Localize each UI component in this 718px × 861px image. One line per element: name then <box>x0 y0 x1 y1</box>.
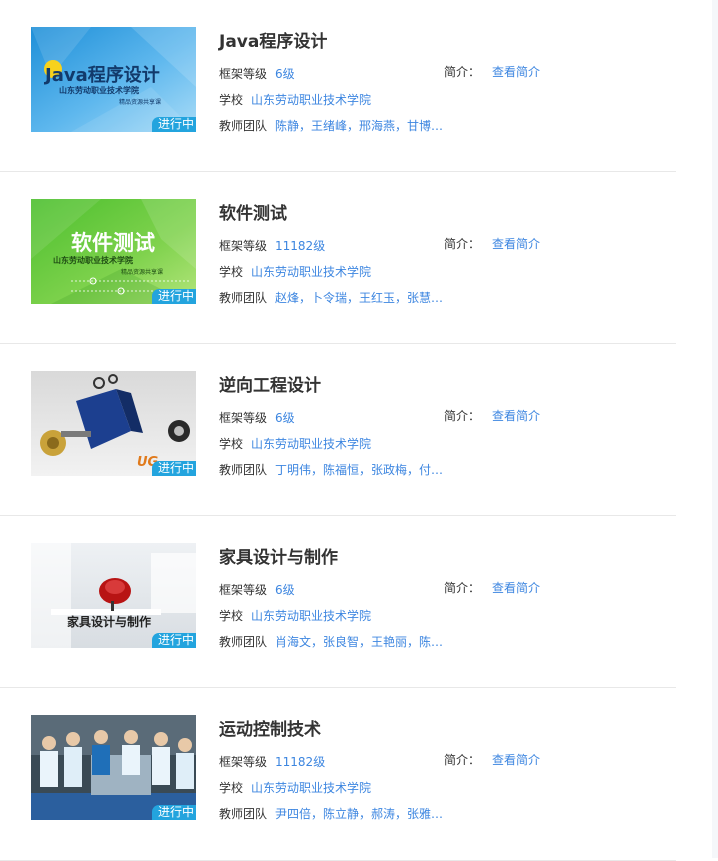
view-intro-link[interactable]: 查看简介 <box>492 753 540 767</box>
status-badge: 进行中 <box>151 805 196 820</box>
school-label: 学校 <box>219 265 244 279</box>
team-link[interactable]: 赵烽，卜令瑞，王红玉，张慧… <box>275 291 443 305</box>
intro-row: 简介： 查看简介 <box>444 752 540 768</box>
level-label: 框架等级 <box>219 583 268 597</box>
course-card[interactable]: 软件测试 山东劳动职业技术学院 精品资源共享课 进行中 软件测试 框架等级 111… <box>0 172 676 344</box>
course-title[interactable]: 软件测试 <box>219 202 287 226</box>
thumbnail-school: 山东劳动职业技术学院 <box>59 86 139 95</box>
level-label: 框架等级 <box>219 239 268 253</box>
intro-label: 简介： <box>444 65 481 79</box>
school-link[interactable]: 山东劳动职业技术学院 <box>251 437 371 451</box>
intro-row: 简介： 查看简介 <box>444 236 540 252</box>
intro-row: 简介： 查看简介 <box>444 408 540 424</box>
thumbnail-subtitle: 精品资源共享课 <box>119 99 162 106</box>
status-badge: 进行中 <box>151 117 196 132</box>
school-row: 学校 山东劳动职业技术学院 <box>219 264 371 280</box>
level-value[interactable]: 11182级 <box>275 239 325 253</box>
school-label: 学校 <box>219 437 244 451</box>
level-row: 框架等级 6级 <box>219 66 295 82</box>
course-card[interactable]: UG 进行中 逆向工程设计 框架等级 6级 学校 山东劳动职业技术学院 教师团队 丁明… <box>0 344 676 516</box>
course-title[interactable]: 运动控制技术 <box>219 718 321 742</box>
school-label: 学校 <box>219 609 244 623</box>
view-intro-link[interactable]: 查看简介 <box>492 65 540 79</box>
team-label: 教师团队 <box>219 807 268 821</box>
school-link[interactable]: 山东劳动职业技术学院 <box>251 265 371 279</box>
team-row: 教师团队 丁明伟，陈福恒，张政梅，付… <box>219 462 444 478</box>
team-row: 教师团队 陈静，王绪峰，邢海燕，甘博… <box>219 118 444 134</box>
school-link[interactable]: 山东劳动职业技术学院 <box>251 93 371 107</box>
course-title[interactable]: Java程序设计 <box>219 30 327 54</box>
school-row: 学校 山东劳动职业技术学院 <box>219 436 371 452</box>
course-thumbnail[interactable]: UG 进行中 <box>31 371 196 476</box>
team-label: 教师团队 <box>219 635 268 649</box>
team-row: 教师团队 赵烽，卜令瑞，王红玉，张慧… <box>219 290 444 306</box>
course-title[interactable]: 家具设计与制作 <box>219 546 338 570</box>
level-row: 框架等级 11182级 <box>219 238 325 254</box>
thumbnail-title: Java程序设计 <box>45 65 160 86</box>
view-intro-link[interactable]: 查看简介 <box>492 581 540 595</box>
school-label: 学校 <box>219 781 244 795</box>
view-intro-link[interactable]: 查看简介 <box>492 409 540 423</box>
level-row: 框架等级 11182级 <box>219 754 325 770</box>
team-label: 教师团队 <box>219 291 268 305</box>
school-row: 学校 山东劳动职业技术学院 <box>219 780 371 796</box>
school-label: 学校 <box>219 93 244 107</box>
team-link[interactable]: 丁明伟，陈福恒，张政梅，付… <box>275 463 443 477</box>
level-value[interactable]: 6级 <box>275 411 295 425</box>
course-thumbnail[interactable]: 进行中 <box>31 715 196 820</box>
course-thumbnail[interactable]: 软件测试 山东劳动职业技术学院 精品资源共享课 进行中 <box>31 199 196 304</box>
scrollbar-track[interactable] <box>712 0 718 858</box>
course-list: Java程序设计 山东劳动职业技术学院 精品资源共享课 进行中 Java程序设计… <box>0 0 676 861</box>
team-link[interactable]: 陈静，王绪峰，邢海燕，甘博… <box>275 119 443 133</box>
course-thumbnail[interactable]: 家具设计与制作 进行中 <box>31 543 196 648</box>
view-intro-link[interactable]: 查看简介 <box>492 237 540 251</box>
level-label: 框架等级 <box>219 755 268 769</box>
team-label: 教师团队 <box>219 119 268 133</box>
team-link[interactable]: 尹四倍，陈立静，郝涛，张雅… <box>275 807 443 821</box>
status-badge: 进行中 <box>151 289 196 304</box>
team-label: 教师团队 <box>219 463 268 477</box>
level-value[interactable]: 11182级 <box>275 755 325 769</box>
school-row: 学校 山东劳动职业技术学院 <box>219 92 371 108</box>
thumbnail-school: 山东劳动职业技术学院 <box>53 256 133 265</box>
intro-label: 简介： <box>444 237 481 251</box>
intro-row: 简介： 查看简介 <box>444 64 540 80</box>
intro-label: 简介： <box>444 581 481 595</box>
course-thumbnail[interactable]: Java程序设计 山东劳动职业技术学院 精品资源共享课 进行中 <box>31 27 196 132</box>
level-label: 框架等级 <box>219 67 268 81</box>
intro-row: 简介： 查看简介 <box>444 580 540 596</box>
thumbnail-title: 家具设计与制作 <box>67 615 152 629</box>
team-link[interactable]: 肖海文，张良智，王艳丽，陈… <box>275 635 443 649</box>
course-card[interactable]: 进行中 运动控制技术 框架等级 11182级 学校 山东劳动职业技术学院 教师团队尹… <box>0 688 676 861</box>
course-title[interactable]: 逆向工程设计 <box>219 374 321 398</box>
intro-label: 简介： <box>444 409 481 423</box>
team-row: 教师团队 肖海文，张良智，王艳丽，陈… <box>219 634 444 650</box>
level-row: 框架等级 6级 <box>219 582 295 598</box>
team-row: 教师团队 尹四倍，陈立静，郝涛，张雅… <box>219 806 444 822</box>
thumbnail-title: 软件测试 <box>71 231 155 255</box>
level-label: 框架等级 <box>219 411 268 425</box>
level-row: 框架等级 6级 <box>219 410 295 426</box>
school-row: 学校 山东劳动职业技术学院 <box>219 608 371 624</box>
status-badge: 进行中 <box>151 461 196 476</box>
thumbnail-subtitle: 精品资源共享课 <box>121 269 164 276</box>
intro-label: 简介： <box>444 753 481 767</box>
level-value[interactable]: 6级 <box>275 583 295 597</box>
course-card[interactable]: Java程序设计 山东劳动职业技术学院 精品资源共享课 进行中 Java程序设计… <box>0 0 676 172</box>
school-link[interactable]: 山东劳动职业技术学院 <box>251 609 371 623</box>
school-link[interactable]: 山东劳动职业技术学院 <box>251 781 371 795</box>
status-badge: 进行中 <box>151 633 196 648</box>
level-value[interactable]: 6级 <box>275 67 295 81</box>
course-card[interactable]: 家具设计与制作 进行中 家具设计与制作 框架等级 6级 学校 山东劳动职业技术学院 … <box>0 516 676 688</box>
